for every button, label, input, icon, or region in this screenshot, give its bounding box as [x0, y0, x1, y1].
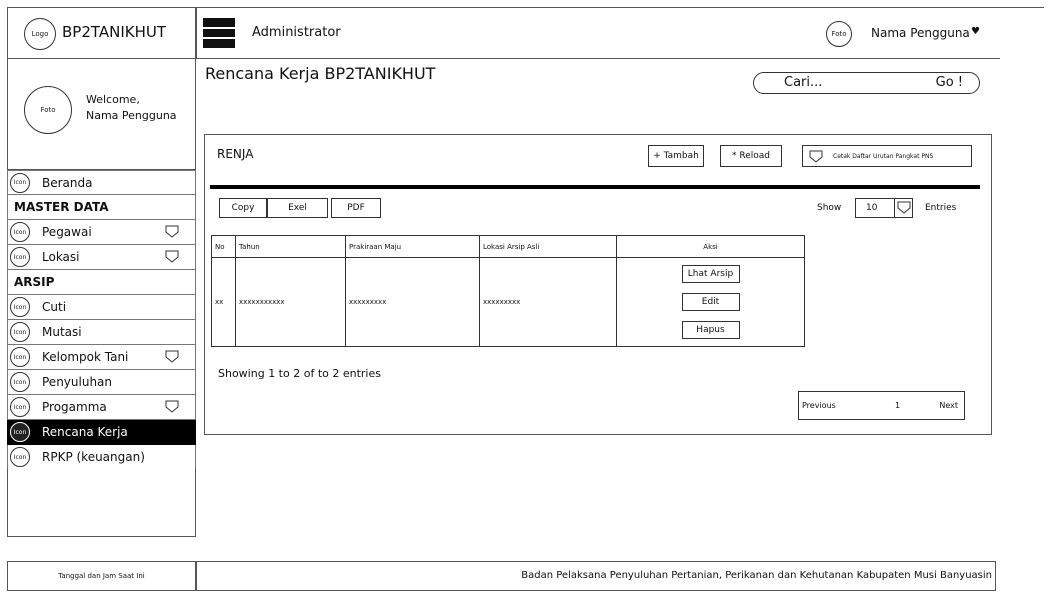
sidebar-item-label: Cuti [42, 300, 67, 314]
sidebar-item-label: Beranda [42, 175, 93, 190]
profile-photo-icon: Foto [24, 86, 72, 134]
copy-button[interactable]: Copy [219, 198, 267, 218]
sidebar-item-label: Rencana Kerja [42, 425, 128, 439]
page-1-button[interactable]: 1 [895, 401, 900, 410]
showing-entries-text: Showing 1 to 2 of to 2 entries [218, 367, 381, 380]
column-header-lokasi: Lokasi Arsip Asli [479, 235, 617, 258]
previous-button[interactable]: Previous [802, 401, 836, 410]
role-title: Administrator [252, 25, 341, 40]
excel-button[interactable]: Exel [267, 198, 328, 218]
column-header-tahun: Tahun [235, 235, 346, 258]
brand-name: BP2TANIKHUT [62, 23, 167, 41]
footer-org-text: Badan Pelaksana Penyuluhan Pertanian, Pe… [521, 570, 992, 581]
sidebar-item-label: Lokasi [42, 250, 80, 264]
search-box[interactable]: Cari... Go ! [753, 72, 980, 94]
column-header-prakiraan: Prakiraan Maju [345, 235, 480, 258]
sidebar-item-label: Penyuluhan [42, 375, 113, 389]
section-master-data: MASTER DATA [7, 195, 196, 220]
sidebar-item-pegawai[interactable]: Icon Pegawai [7, 220, 196, 245]
welcome-text: Welcome, [86, 93, 140, 106]
search-input[interactable]: Cari... [784, 75, 822, 90]
sidebar-brand: Logo BP2TANIKHUT [7, 7, 196, 59]
column-header-aksi: Aksi [616, 235, 805, 258]
rpkp-icon: Icon [10, 447, 30, 467]
panel-divider [210, 185, 980, 189]
sidebar-item-beranda[interactable]: Icon Beranda [7, 170, 196, 195]
chevron-down-icon[interactable] [165, 250, 179, 263]
user-photo-icon[interactable]: Foto [826, 21, 852, 47]
cuti-icon: Icon [10, 297, 30, 317]
sidebar-item-lokasi[interactable]: Icon Lokasi [7, 245, 196, 270]
show-label: Show [817, 203, 842, 213]
view-archive-button[interactable]: Lhat Arsip [681, 265, 740, 283]
next-button[interactable]: Next [939, 401, 958, 410]
sidebar-empty-row [7, 536, 196, 561]
entries-label: Entries [925, 203, 957, 213]
entries-value: 10 [866, 203, 878, 213]
delete-button[interactable]: Hapus [681, 321, 740, 339]
datetime-text: Tanggal dan Jam Saat Ini [58, 572, 145, 580]
profile-user-name: Nama Pengguna [86, 109, 177, 122]
renja-table: No Tahun Prakiraan Maju Lokasi Arsip Asl… [211, 235, 805, 347]
table-row: xx xxxxxxxxxxx xxxxxxxxx xxxxxxxxx Lhat … [211, 257, 805, 347]
chevron-down-icon [897, 201, 911, 214]
chevron-down-icon[interactable] [165, 350, 179, 363]
section-arsip: ARSIP [7, 270, 196, 295]
print-pns-label: Cetak Daftar Urutan Pangkat PNS [833, 152, 934, 160]
sidebar-item-rpkp[interactable]: Icon RPKP (keuangan) [7, 445, 196, 470]
entries-toggle[interactable] [894, 199, 912, 217]
sidebar-profile: Foto Welcome, Nama Pengguna [7, 58, 196, 170]
pdf-button[interactable]: PDF [331, 198, 381, 218]
cell-tahun: xxxxxxxxxxx [235, 257, 346, 347]
add-button[interactable]: + Tambah [648, 145, 704, 167]
cell-prakiraan: xxxxxxxxx [345, 257, 480, 347]
sidebar-item-label: Mutasi [42, 325, 82, 339]
sidebar-item-cuti[interactable]: Icon Cuti [7, 295, 196, 320]
chevron-down-icon[interactable] [165, 225, 179, 238]
sidebar-item-label: Kelompok Tani [42, 350, 129, 364]
sidebar-item-label: Progamma [42, 400, 107, 414]
cell-lokasi: xxxxxxxxx [479, 257, 617, 347]
mutasi-icon: Icon [10, 322, 30, 342]
entries-select[interactable]: 10 [855, 198, 913, 218]
menu-toggle-icon[interactable] [203, 18, 235, 48]
sidebar-item-penyuluhan[interactable]: Icon Penyuluhan [7, 370, 196, 395]
beranda-icon: Icon [10, 172, 30, 193]
sidebar-item-rencana-kerja[interactable]: Icon Rencana Kerja [7, 420, 196, 445]
top-header: Administrator Foto Nama Pengguna ♥ [196, 7, 1000, 59]
progamma-icon: Icon [10, 397, 30, 417]
logo-icon: Logo [24, 18, 56, 50]
reload-button[interactable]: * Reload [720, 145, 782, 167]
print-pns-button[interactable]: Cetak Daftar Urutan Pangkat PNS [802, 145, 972, 167]
pagination: Previous 1 Next [798, 391, 965, 420]
cell-aksi: Lhat Arsip Edit Hapus [616, 257, 805, 347]
footer: Badan Pelaksana Penyuluhan Pertanian, Pe… [196, 561, 996, 591]
sidebar-item-progamma[interactable]: Icon Progamma [7, 395, 196, 420]
header-right-line [1000, 7, 1044, 8]
renja-panel: RENJA + Tambah * Reload Cetak Daftar Uru… [204, 134, 992, 435]
user-menu-icon[interactable]: ♥ [971, 26, 980, 37]
sidebar-item-mutasi[interactable]: Icon Mutasi [7, 320, 196, 345]
pegawai-icon: Icon [10, 222, 30, 242]
footer-datetime: Tanggal dan Jam Saat Ini [7, 561, 196, 591]
header-user-name[interactable]: Nama Pengguna [871, 26, 970, 40]
chevron-down-icon[interactable] [165, 400, 179, 413]
sidebar-item-kelompok-tani[interactable]: Icon Kelompok Tani [7, 345, 196, 370]
column-header-no: No [211, 235, 236, 258]
rencana-kerja-icon: Icon [10, 422, 30, 442]
search-go-button[interactable]: Go ! [936, 75, 963, 90]
lokasi-icon: Icon [10, 247, 30, 267]
sidebar-item-label: Pegawai [42, 225, 92, 239]
page-title: Rencana Kerja BP2TANIKHUT [205, 64, 436, 83]
panel-title: RENJA [217, 147, 254, 161]
penyuluhan-icon: Icon [10, 372, 30, 392]
edit-button[interactable]: Edit [681, 293, 740, 311]
kelompok-tani-icon: Icon [10, 347, 30, 367]
chevron-down-icon [809, 150, 823, 163]
cell-no: xx [211, 257, 236, 347]
sidebar-item-label: RPKP (keuangan) [42, 450, 145, 464]
